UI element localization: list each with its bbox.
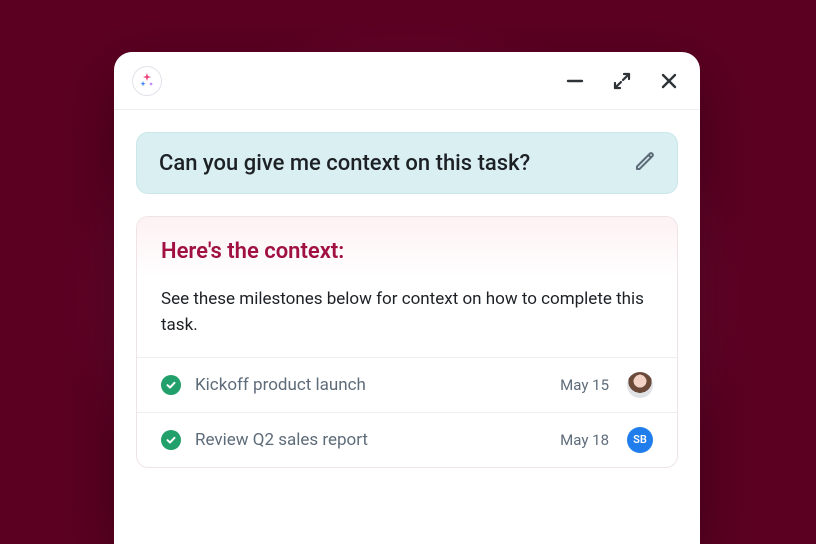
prompt-text: Can you give me context on this task? [159,151,530,176]
milestone-date: May 18 [560,431,609,449]
response-body: See these milestones below for context o… [137,278,677,357]
app-logo [132,66,162,96]
milestone-row[interactable]: Kickoff product launch May 15 [137,358,677,413]
response-title: Here's the context: [161,239,653,264]
check-complete-icon [161,430,181,450]
response-card: Here's the context: See these milestones… [136,216,678,468]
expand-button[interactable] [612,71,632,91]
check-complete-icon [161,375,181,395]
milestone-list: Kickoff product launch May 15 Review Q2 … [137,357,677,467]
content-area: Can you give me context on this task? He… [114,110,700,468]
milestone-date: May 15 [560,376,609,394]
ai-assistant-window: Can you give me context on this task? He… [114,52,700,544]
milestone-title: Review Q2 sales report [195,430,546,450]
window-controls [566,71,678,91]
milestone-row[interactable]: Review Q2 sales report May 18 SB [137,413,677,467]
milestone-title: Kickoff product launch [195,375,546,395]
close-button[interactable] [660,72,678,90]
prompt-bar[interactable]: Can you give me context on this task? [136,132,678,194]
titlebar [114,52,700,110]
assignee-avatar[interactable]: SB [627,427,653,453]
response-header: Here's the context: [137,217,677,278]
assignee-avatar[interactable] [627,372,653,398]
minimize-button[interactable] [566,72,584,90]
edit-icon[interactable] [633,149,657,177]
